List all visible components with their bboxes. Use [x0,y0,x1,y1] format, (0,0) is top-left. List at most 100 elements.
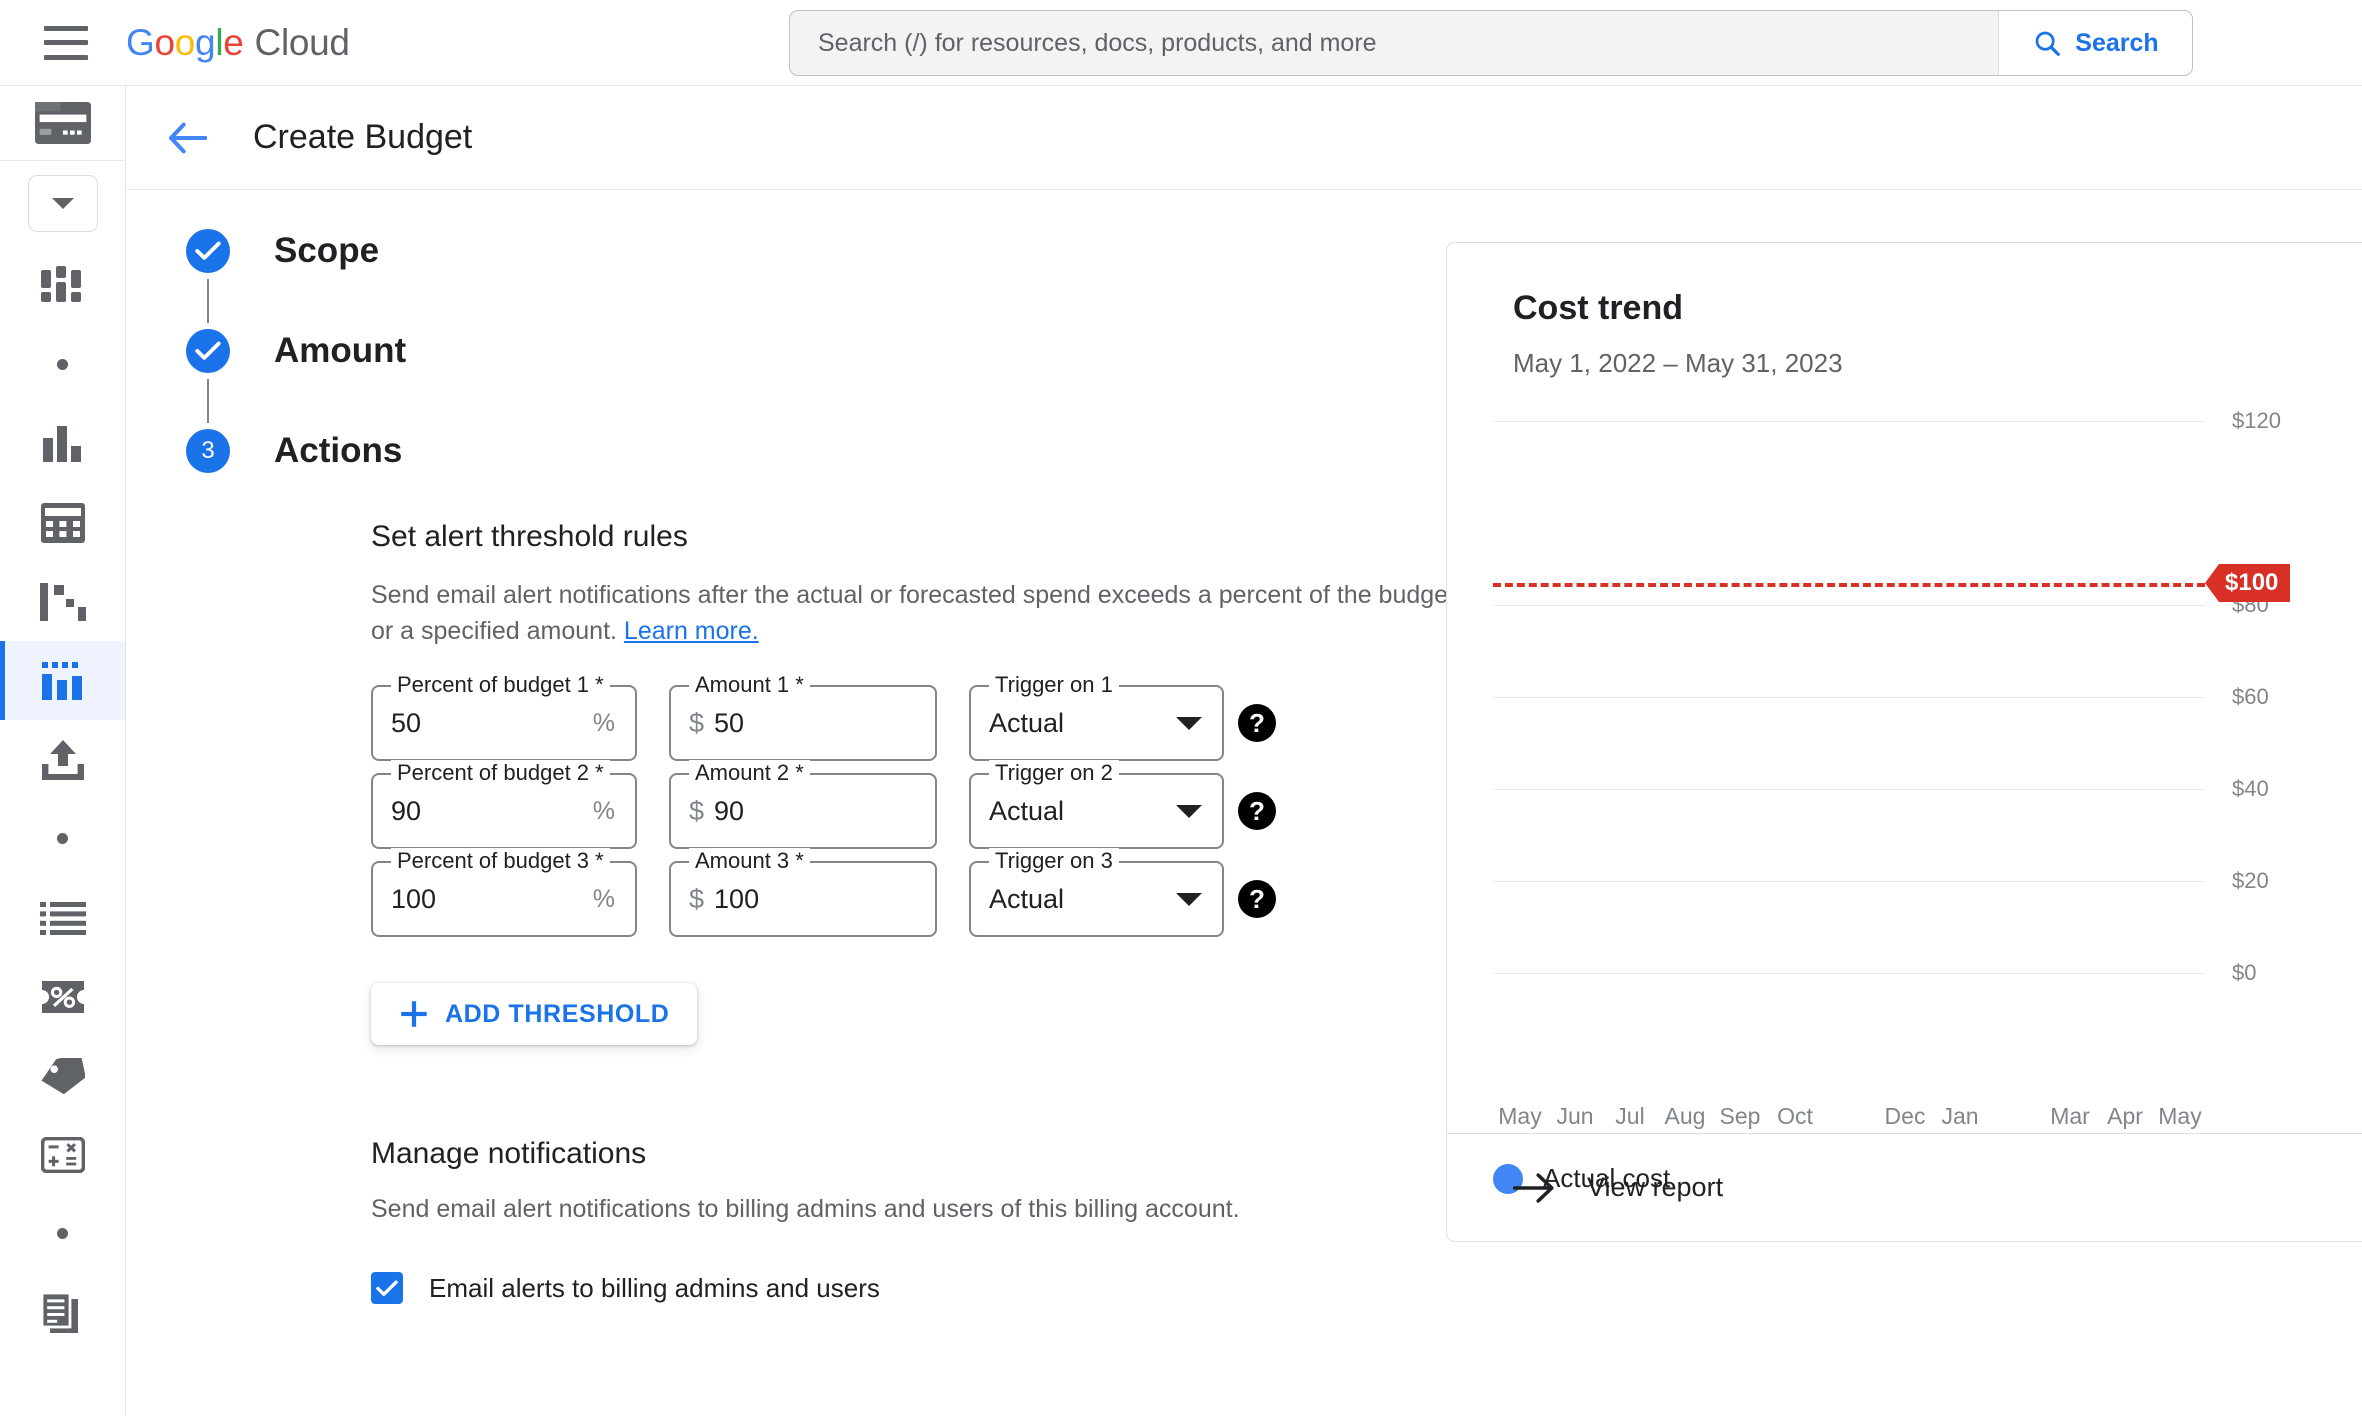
notifications-description: Send email alert notifications to billin… [371,1195,1240,1223]
step-amount-label: Amount [274,331,407,370]
amount-3-value: 100 [714,883,760,914]
sidebar-item-overview[interactable] [0,246,125,325]
step-connector [186,279,230,323]
sidebar-item-divider-dot [0,799,125,878]
step-amount[interactable]: Amount [186,323,1366,379]
sidebar-item-pricing-calculator[interactable] [0,1115,125,1194]
threshold-rows: Percent of budget 1 * 50 % Amount 1 * $ … [371,672,1471,937]
dot-icon [57,833,68,844]
x-axis-tick-label: Jan [1941,1103,1979,1129]
trigger-on-3-select[interactable]: Trigger on 3 Actual [969,848,1224,937]
learn-more-link[interactable]: Learn more. [624,617,759,645]
percent-of-budget-1-field[interactable]: Percent of budget 1 * 50 % [371,672,637,761]
search-input[interactable] [790,11,1998,75]
amount-prefix: $ [689,883,705,914]
threshold-row: Percent of budget 2 * 90 % Amount 2 * $ … [371,760,1471,849]
commitment-chart-icon [39,582,86,621]
trigger-on-2-label: Trigger on 2 [989,760,1119,786]
documents-icon [41,1292,78,1333]
search-icon [2035,31,2061,56]
help-icon[interactable]: ? [1238,792,1276,830]
cost-trend-chart: $120 $80 $60 $40 $20 $0 $100 May Jun Jul… [1447,403,2362,1194]
help-icon[interactable]: ? [1238,704,1276,742]
google-cloud-logo: Google Cloud [126,22,350,64]
sidebar-item-discounts[interactable] [0,957,125,1036]
pricing-calculator-icon [40,1136,85,1173]
logo-letter: o [154,21,175,63]
gridline [1493,605,2205,606]
y-axis-tick-label: $60 [2232,684,2269,709]
export-upload-icon [41,739,84,780]
x-axis-tick-label: Sep [1719,1103,1761,1129]
x-axis-tick-label: Apr [2107,1103,2143,1129]
budgets-alerts-icon [41,661,82,700]
logo-letter: o [174,21,196,63]
percent-of-budget-1-value: 50 [391,707,422,738]
percent-of-budget-2-field[interactable]: Percent of budget 2 * 90 % [371,760,637,849]
gridline [1493,421,2205,422]
hamburger-menu-icon[interactable] [44,25,88,60]
email-alerts-checkbox-row[interactable]: Email alerts to billing admins and users [371,1272,1471,1304]
x-axis-tick-label: Aug [1664,1103,1706,1129]
billing-account-icon-wrap[interactable] [0,86,125,161]
amount-2-label: Amount 2 * [689,760,810,786]
step-actions[interactable]: 3 Actions [186,423,1366,479]
amount-2-value: 90 [714,795,745,826]
logo-letter: G [126,21,155,63]
create-budget-stepper: Scope Amount 3 Actions [186,223,1366,479]
percent-of-budget-2-value: 90 [391,795,422,826]
budget-threshold-badge: $100 [2205,564,2291,602]
step-scope[interactable]: Scope [186,223,1366,279]
list-icon [39,901,86,935]
percent-of-budget-3-field[interactable]: Percent of budget 3 * 100 % [371,848,637,937]
label-tag-icon [40,1057,85,1094]
x-axis-tick-label: Jul [1615,1103,1645,1129]
sidebar-item-divider-dot [0,1194,125,1273]
sidebar-item-transactions[interactable] [0,878,125,957]
amount-1-field[interactable]: Amount 1 * $ 50 [669,672,937,761]
gridline [1493,697,2205,698]
step-scope-label: Scope [274,231,380,270]
add-threshold-button[interactable]: ADD THRESHOLD [371,983,698,1045]
threshold-row: Percent of budget 3 * 100 % Amount 3 * $… [371,848,1471,937]
trigger-on-3-cell: Trigger on 3 Actual ? [969,848,1276,937]
caret-down-icon [1176,716,1202,730]
step-amount-badge [186,329,230,373]
plus-icon [401,1001,427,1027]
x-axis-tick-label: May [1498,1103,1542,1129]
view-report-link[interactable]: View report [1447,1133,2362,1241]
view-report-label: View report [1587,1172,1724,1202]
y-axis-tick-label: $120 [2232,408,2281,433]
sidebar-item-budgets-alerts[interactable] [0,641,125,720]
sidebar-item-reports[interactable] [0,404,125,483]
x-axis-tick-label: May [2158,1103,2202,1129]
check-icon [376,1280,398,1296]
global-search-bar[interactable]: Search [789,10,2193,76]
step-actions-badge: 3 [186,429,230,473]
trigger-on-1-select[interactable]: Trigger on 1 Actual [969,672,1224,761]
percent-of-budget-3-value: 100 [391,883,437,914]
gridline [1493,881,2205,882]
help-icon[interactable]: ? [1238,880,1276,918]
logo-letter: l [215,21,224,63]
sidebar-item-labels[interactable] [0,1036,125,1115]
trigger-on-3-value: Actual [989,883,1065,914]
back-button[interactable] [165,116,209,160]
trigger-on-2-select[interactable]: Trigger on 2 Actual [969,760,1224,849]
search-button[interactable]: Search [1998,11,2192,75]
arrow-back-icon [169,122,207,153]
percent-suffix: % [592,708,615,737]
trigger-on-2-cell: Trigger on 2 Actual ? [969,760,1276,849]
sidebar-item-cost-table[interactable] [0,483,125,562]
logo-cloud-text: Cloud [254,21,350,63]
email-alerts-checkbox[interactable] [371,1272,403,1304]
sidebar-item-documents[interactable] [0,1273,125,1352]
sidebar-item-billing-export[interactable] [0,720,125,799]
project-selector-dropdown[interactable] [27,175,98,232]
trigger-on-2-value: Actual [989,795,1065,826]
amount-3-field[interactable]: Amount 3 * $ 100 [669,848,937,937]
amount-2-field[interactable]: Amount 2 * $ 90 [669,760,937,849]
dot-icon [57,359,68,370]
sidebar-item-commitments[interactable] [0,562,125,641]
percent-of-budget-1-label: Percent of budget 1 * [391,672,610,698]
